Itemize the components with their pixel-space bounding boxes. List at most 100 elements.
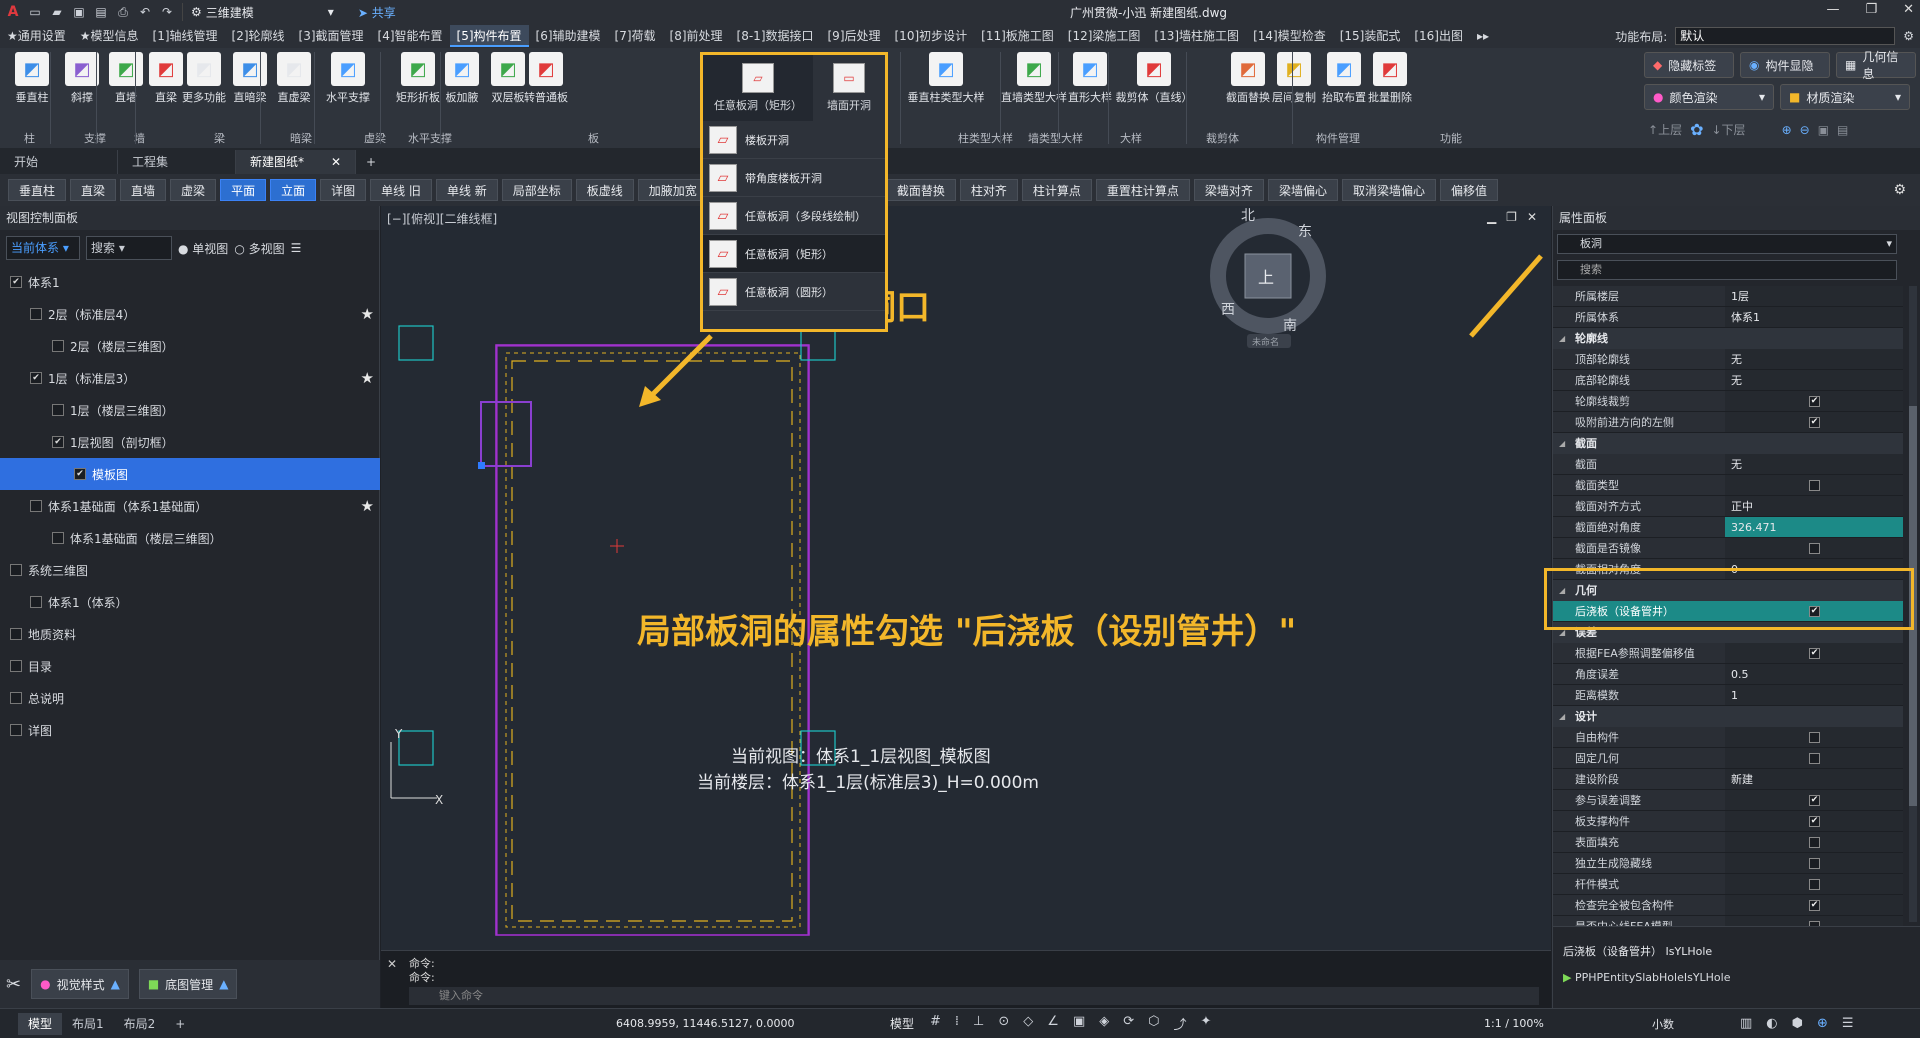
checkbox[interactable] [1809, 858, 1820, 869]
snap-icon[interactable]: ⁞ [955, 1014, 959, 1033]
tree-item-2[interactable]: 2层（楼层三维图） [0, 330, 380, 362]
tree-item-8[interactable]: 体系1基础面（楼层三维图） [0, 522, 380, 554]
annotation-visibility-icon[interactable]: ✦ [1201, 1014, 1212, 1033]
checkbox[interactable]: ✔ [1809, 648, 1820, 659]
tree-checkbox[interactable] [10, 724, 22, 736]
menu-tab-17[interactable]: [15]装配式 [1333, 25, 1408, 47]
redo-icon[interactable]: ↷ [160, 5, 174, 19]
osnap-icon[interactable]: ◇ [1023, 1014, 1033, 1033]
tree-item-11[interactable]: 地质资料 [0, 618, 380, 650]
ribbon-button-15[interactable]: ◩ 直墙类型大样 [1001, 52, 1067, 105]
add-layout-icon[interactable]: + [165, 1013, 195, 1035]
property-value[interactable]: 1 [1725, 685, 1903, 706]
property-value[interactable]: 正中 [1725, 496, 1903, 517]
tree-checkbox[interactable] [30, 596, 42, 608]
clean-screen-icon[interactable]: ⊕ [1817, 1016, 1828, 1031]
checkbox[interactable] [1809, 753, 1820, 764]
menu-tab-13[interactable]: [11]板施工图 [974, 25, 1061, 47]
system-filter-select[interactable]: 当前体系 ▾ [6, 236, 80, 260]
ribbon-button-6[interactable]: ◩ 直虚梁 [270, 52, 318, 105]
menu-tab-10[interactable]: [8-1]数据接口 [730, 25, 821, 47]
property-value[interactable] [1725, 475, 1903, 496]
transparency-icon[interactable]: ◈ [1099, 1014, 1109, 1033]
ribbon-button-5[interactable]: ◩ 直暗梁 [226, 52, 274, 105]
toolbar-button-1[interactable]: 直梁 [70, 179, 117, 201]
color-render-button[interactable]: ● 颜色渲染 ▾ [1644, 84, 1774, 110]
property-value[interactable]: 无 [1725, 349, 1903, 370]
checkbox[interactable]: ✔ [1809, 417, 1820, 428]
zoom-out-icon[interactable]: ⊖ [1800, 123, 1810, 137]
menu-tab-0[interactable]: ★通用设置 [0, 25, 73, 47]
ribbon-button-8[interactable]: ◩ 矩形折板 [394, 52, 442, 105]
property-value[interactable]: 无 [1725, 370, 1903, 391]
material-render-button[interactable]: ■ 材质渲染 ▾ [1780, 84, 1910, 110]
hardware-accel-icon[interactable]: ⬢ [1792, 1016, 1803, 1031]
ribbon-button-19[interactable]: ◩ 层间复制 [1270, 52, 1318, 105]
property-value[interactable] [1725, 538, 1903, 559]
property-value[interactable]: ✔ [1725, 643, 1903, 664]
visual-style-button[interactable]: ● 视觉样式 ▲ [31, 969, 129, 999]
toolbar-settings-icon[interactable]: ⚙ [1893, 182, 1906, 198]
tree-item-14[interactable]: 详图 [0, 714, 380, 746]
tab-new-drawing[interactable]: 新建图纸* ✕ [236, 150, 356, 174]
quick-properties-icon[interactable]: ▥ [1740, 1016, 1752, 1031]
isolate-icon[interactable]: ◐ [1766, 1016, 1777, 1031]
coordinates-readout[interactable]: 6408.9959, 11446.5127, 0.0000 [616, 1017, 794, 1030]
scale-select[interactable]: 1:1 / 100% [1484, 1017, 1544, 1030]
toolbar-button-18[interactable]: 重置柱计算点 [1095, 179, 1190, 201]
tree-checkbox[interactable]: ✔ [10, 276, 22, 288]
workspace-select[interactable]: ⚙ 三维建模 ▾ [182, 3, 342, 21]
function-layout-select[interactable]: 默认 [1675, 27, 1896, 45]
dropdown-item-3[interactable]: ▱ 任意板洞（矩形） [703, 235, 885, 273]
toolbar-button-17[interactable]: 柱计算点 [1021, 179, 1092, 201]
ribbon-button-16[interactable]: ◩ 直形大样 [1066, 52, 1114, 105]
property-value[interactable] [1725, 874, 1903, 895]
dropdown-item-2[interactable]: ▱ 任意板洞（多段线绘制） [703, 197, 885, 235]
grid-icon[interactable]: # [930, 1014, 941, 1033]
print-icon[interactable]: ⎙ [116, 5, 130, 19]
tree-checkbox[interactable] [52, 404, 64, 416]
maximize-icon[interactable]: ❐ [1865, 2, 1877, 17]
tree-checkbox[interactable]: ✔ [52, 436, 64, 448]
tree-checkbox[interactable] [10, 628, 22, 640]
property-value[interactable] [1725, 853, 1903, 874]
property-value[interactable] [1725, 727, 1903, 748]
toolbar-button-4[interactable]: 平面 [220, 179, 267, 201]
property-value[interactable]: 326.471 [1725, 517, 1903, 538]
tree-checkbox[interactable] [52, 340, 64, 352]
tree-item-12[interactable]: 目录 [0, 650, 380, 682]
toolbar-button-0[interactable]: 垂直柱 [8, 179, 67, 201]
drawing-canvas[interactable]: [−][俯视][二维线框] ▁ ❐ ✕ Y X 上 北 东 南 西 未命名 当前… [381, 206, 1551, 950]
toolbar-button-16[interactable]: 柱对齐 [959, 179, 1018, 201]
property-value[interactable] [1725, 832, 1903, 853]
arbitrary-hole-rect-button[interactable]: ▱ 任意板洞（矩形） [703, 55, 813, 121]
zoom-in-icon[interactable]: ⊕ [1782, 123, 1792, 137]
ribbon-button-21[interactable]: ◩ 批量删除 [1366, 52, 1414, 105]
tree-item-13[interactable]: 总说明 [0, 682, 380, 714]
ribbon-button-1[interactable]: ◩ 斜撑 [58, 52, 106, 105]
base-map-button[interactable]: ■ 底图管理 ▲ [138, 969, 238, 999]
toolbar-button-20[interactable]: 梁墙偏心 [1267, 179, 1338, 201]
new-file-icon[interactable]: ▭ [28, 5, 42, 19]
open-folder-icon[interactable]: ▰ [50, 5, 64, 19]
star-icon[interactable]: ★ [361, 369, 374, 387]
toolbar-button-11[interactable]: 加腋加宽 [637, 179, 708, 201]
ribbon-button-7[interactable]: ◩ 水平支撑 [324, 52, 372, 105]
layout-tab-2[interactable]: 布局2 [114, 1013, 166, 1035]
property-value[interactable]: ✔ [1725, 412, 1903, 433]
property-value[interactable]: 新建 [1725, 769, 1903, 790]
menu-tab-16[interactable]: [14]模型检查 [1246, 25, 1333, 47]
single-view-radio[interactable]: ● 单视图 [178, 240, 228, 257]
command-close-icon[interactable]: ✕ [387, 957, 397, 971]
minimize-icon[interactable]: — [1826, 2, 1839, 17]
tree-search-input[interactable]: 搜索 ▾ [86, 236, 172, 260]
menu-more-icon[interactable]: ▸▸ [1470, 25, 1496, 47]
tree-item-1[interactable]: 2层（标准层4） ★ [0, 298, 380, 330]
save-as-icon[interactable]: ▤ [94, 5, 108, 19]
property-value[interactable]: 无 [1725, 454, 1903, 475]
zoom-window-icon[interactable]: ▣ [1818, 123, 1829, 137]
upper-floor-button[interactable]: ↑上层 [1648, 121, 1682, 138]
toolbar-button-15[interactable]: 截面替换 [885, 179, 956, 201]
element-type-select[interactable]: 板洞 ▾ [1557, 234, 1897, 254]
tree-item-10[interactable]: 体系1（体系） [0, 586, 380, 618]
